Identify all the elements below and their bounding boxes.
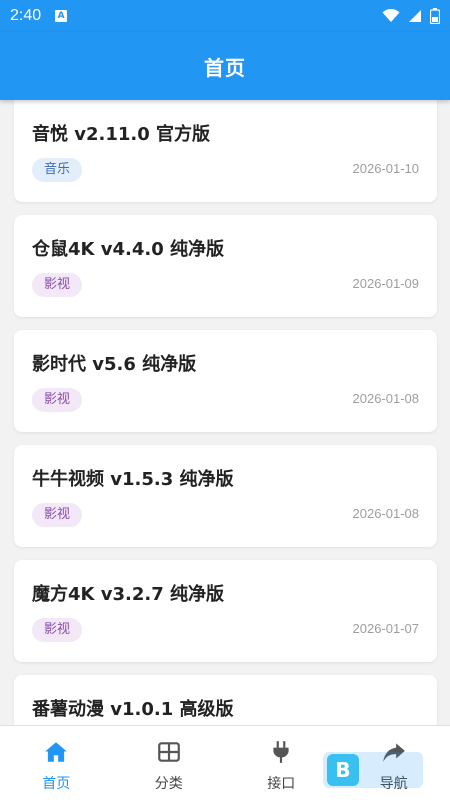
item-date: 2026-01-10 [352,161,420,176]
category-tag: 影视 [32,388,83,412]
notification-icon: A [55,10,68,22]
app-list[interactable]: 音悦 v2.11.0 官方版 音乐 2026-01-10 仓鼠4K v4.4.0… [0,100,450,725]
wifi-icon [382,9,400,22]
status-time: 2:40 [10,7,42,24]
item-title: 影时代 v5.6 纯净版 [32,354,197,375]
status-icons [382,8,440,24]
item-date: 2026-01-08 [352,391,420,406]
category-tag: 影视 [32,618,83,642]
nav-home-label: 首页 [42,776,71,792]
app-bar: 首页 [0,32,450,100]
battery-icon [430,8,440,24]
category-tag: 影视 [32,503,83,527]
item-date: 2026-01-08 [352,506,420,521]
item-date: 2026-01-07 [352,621,420,636]
category-tag: 音乐 [32,158,83,182]
item-title: 魔方4K v3.2.7 纯净版 [32,584,224,605]
item-title: 番薯动漫 v1.0.1 高级版 [32,699,234,720]
signal-icon [409,10,421,22]
grid-icon [157,742,180,762]
nav-category-label: 分类 [154,776,183,792]
list-item[interactable]: 影时代 v5.6 纯净版 影视 2026-01-08 [14,330,437,432]
category-tag: 影视 [32,273,83,297]
item-date: 2026-01-09 [352,276,420,291]
list-item[interactable]: 牛牛视频 v1.5.3 纯净版 影视 2026-01-08 [14,445,437,547]
plug-icon [273,741,289,763]
nav-home[interactable]: 首页 [0,726,113,800]
item-title: 仓鼠4K v4.4.0 纯净版 [32,239,224,260]
nav-interface[interactable]: 接口 [225,726,338,800]
floating-app-logo: B [327,754,359,786]
status-bar: 2:40 A [0,0,450,32]
item-title: 音悦 v2.11.0 官方版 [32,124,211,145]
list-item[interactable]: 魔方4K v3.2.7 纯净版 影视 2026-01-07 [14,560,437,662]
list-item[interactable]: 仓鼠4K v4.4.0 纯净版 影视 2026-01-09 [14,215,437,317]
nav-category[interactable]: 分类 [113,726,226,800]
list-item[interactable]: 音悦 v2.11.0 官方版 音乐 2026-01-10 [14,100,437,202]
item-title: 牛牛视频 v1.5.3 纯净版 [32,469,234,490]
floating-widget[interactable]: B [323,752,423,788]
list-item[interactable]: 番薯动漫 v1.0.1 高级版 [14,675,437,725]
nav-interface-label: 接口 [267,776,296,792]
home-icon [45,742,68,762]
page-title: 首页 [204,55,246,80]
